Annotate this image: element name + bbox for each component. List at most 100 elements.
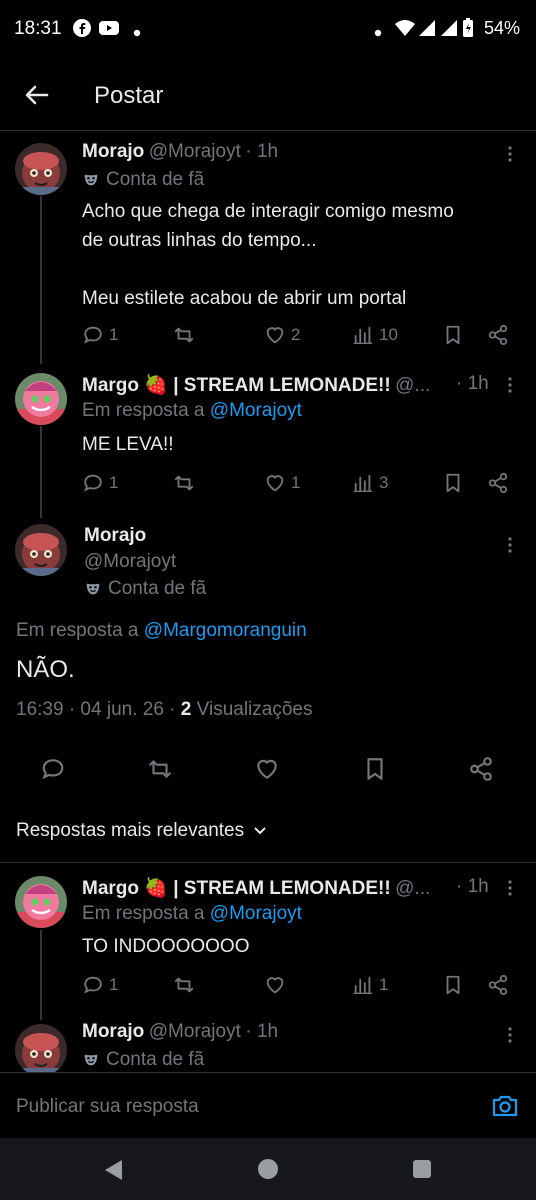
reply-button[interactable]: 1 <box>82 472 118 494</box>
more-options-icon[interactable] <box>500 144 520 164</box>
retweet-button[interactable] <box>173 472 195 494</box>
reply-count: 1 <box>109 975 119 994</box>
like-button[interactable]: 2 <box>264 324 300 346</box>
post-time: · 1h <box>456 876 489 897</box>
tweet-header: Morajo @Morajoyt · 1h <box>82 141 278 163</box>
author-name[interactable]: Morajo <box>84 525 146 547</box>
back-arrow-icon[interactable] <box>22 80 52 110</box>
reply-prefix: Em resposta a <box>16 620 139 641</box>
author-handle[interactable]: @... <box>395 375 430 396</box>
bookmark-button[interactable] <box>442 324 464 346</box>
reply-count: 1 <box>109 325 119 344</box>
top-bar: Postar <box>0 60 536 131</box>
view-count: 10 <box>379 325 398 344</box>
view-count: 1 <box>379 975 389 994</box>
reply-button[interactable]: 1 <box>82 974 118 996</box>
tweet-header: Margo 🍓 | STREAM LEMONADE!! @... <box>82 876 452 900</box>
author-handle[interactable]: @Morajoyt <box>149 1021 241 1042</box>
fan-badge: Conta de fã <box>84 578 206 600</box>
more-options-icon[interactable] <box>500 375 520 395</box>
views-button[interactable]: 3 <box>352 472 388 494</box>
reply-button[interactable] <box>40 756 66 787</box>
avatar[interactable] <box>15 876 67 928</box>
reply-context: Em resposta a @Margomoranguin <box>16 620 307 642</box>
mask-icon <box>84 580 102 598</box>
avatar[interactable] <box>15 143 67 195</box>
badge-label: Conta de fã <box>106 1049 205 1070</box>
reply-to-link[interactable]: @Margomoranguin <box>144 620 307 641</box>
thread-line <box>40 426 42 518</box>
tweet-header: Margo 🍓 | STREAM LEMONADE!! @... <box>82 373 452 397</box>
notification-dot-icon <box>133 24 141 42</box>
mask-icon <box>82 171 100 189</box>
page-title: Postar <box>94 82 164 109</box>
notification-dot-icon <box>374 24 382 42</box>
like-button[interactable] <box>254 756 280 787</box>
like-button[interactable] <box>264 974 286 996</box>
badge-label: Conta de fã <box>106 169 205 190</box>
nav-recents-icon[interactable] <box>412 1159 432 1184</box>
avatar[interactable] <box>15 1024 67 1076</box>
nav-back-icon[interactable] <box>102 1158 124 1187</box>
facebook-icon <box>72 18 92 43</box>
reply-input[interactable] <box>14 1091 458 1123</box>
views-button[interactable]: 1 <box>352 974 388 996</box>
author-name[interactable]: Morajo <box>82 1021 144 1042</box>
bookmark-button[interactable] <box>442 472 464 494</box>
share-button[interactable] <box>468 756 494 787</box>
author-name[interactable]: Margo 🍓 | STREAM LEMONADE!! <box>82 375 391 396</box>
author-name[interactable]: Margo 🍓 | STREAM LEMONADE!! <box>82 878 391 899</box>
reply-composer <box>0 1072 536 1139</box>
reply-button[interactable]: 1 <box>82 324 118 346</box>
post-time: · 1h <box>456 373 489 394</box>
retweet-button[interactable] <box>147 756 173 787</box>
author-handle[interactable]: @Morajoyt <box>84 551 176 573</box>
bookmark-button[interactable] <box>442 974 464 996</box>
reply-prefix: Em resposta a <box>82 400 205 421</box>
reply-count: 1 <box>109 473 119 492</box>
reply-to-link[interactable]: @Morajoyt <box>210 400 302 421</box>
like-button[interactable]: 1 <box>264 472 300 494</box>
tweet-text-line: Meu estilete acabou de abrir um portal <box>82 288 407 309</box>
battery-percent: 54% <box>483 18 520 38</box>
retweet-button[interactable] <box>173 974 195 996</box>
reply-context: Em resposta a @Morajoyt <box>82 903 302 925</box>
tweet-text-line: de outras linhas do tempo... <box>82 230 317 251</box>
camera-icon[interactable] <box>491 1093 519 1124</box>
post-time: · 1h <box>245 1021 279 1042</box>
share-button[interactable] <box>487 472 509 494</box>
retweet-button[interactable] <box>173 324 195 346</box>
nav-home-icon[interactable] <box>257 1158 279 1185</box>
more-options-icon[interactable] <box>500 535 520 555</box>
more-options-icon[interactable] <box>500 878 520 898</box>
post-timestamp: 16:39 · 04 jun. 26 · <box>16 699 176 720</box>
signal-icon-2 <box>440 18 458 43</box>
more-options-icon[interactable] <box>500 1025 520 1045</box>
signal-icon <box>418 18 436 43</box>
wifi-icon <box>394 18 416 43</box>
tweet-header: Morajo @Morajoyt · 1h <box>82 1021 278 1043</box>
sort-dropdown[interactable]: Respostas mais relevantes <box>16 820 268 842</box>
author-handle[interactable]: @Morajoyt <box>149 141 241 162</box>
tweet-text: TO INDOOOOOOO <box>82 936 250 957</box>
tweet-text: Acho que chega de interagir comigo mesmo… <box>82 197 522 313</box>
thread-line <box>40 196 42 364</box>
mask-icon <box>82 1051 100 1069</box>
author-handle[interactable]: @... <box>395 878 430 899</box>
views-label[interactable]: Visualizações <box>197 699 313 720</box>
bookmark-button[interactable] <box>362 756 388 787</box>
share-button[interactable] <box>487 324 509 346</box>
views-count: 2 <box>180 699 192 720</box>
post-text: NÃO. <box>16 656 75 683</box>
thread-line <box>40 930 42 1020</box>
share-button[interactable] <box>487 974 509 996</box>
chevron-down-icon <box>254 827 266 835</box>
badge-label: Conta de fã <box>108 578 207 599</box>
avatar[interactable] <box>15 524 67 576</box>
sort-label: Respostas mais relevantes <box>16 820 245 841</box>
reply-to-link[interactable]: @Morajoyt <box>210 903 302 924</box>
views-button[interactable]: 10 <box>352 324 398 346</box>
avatar[interactable] <box>15 373 67 425</box>
author-name[interactable]: Morajo <box>82 141 144 162</box>
like-count: 2 <box>291 325 301 344</box>
